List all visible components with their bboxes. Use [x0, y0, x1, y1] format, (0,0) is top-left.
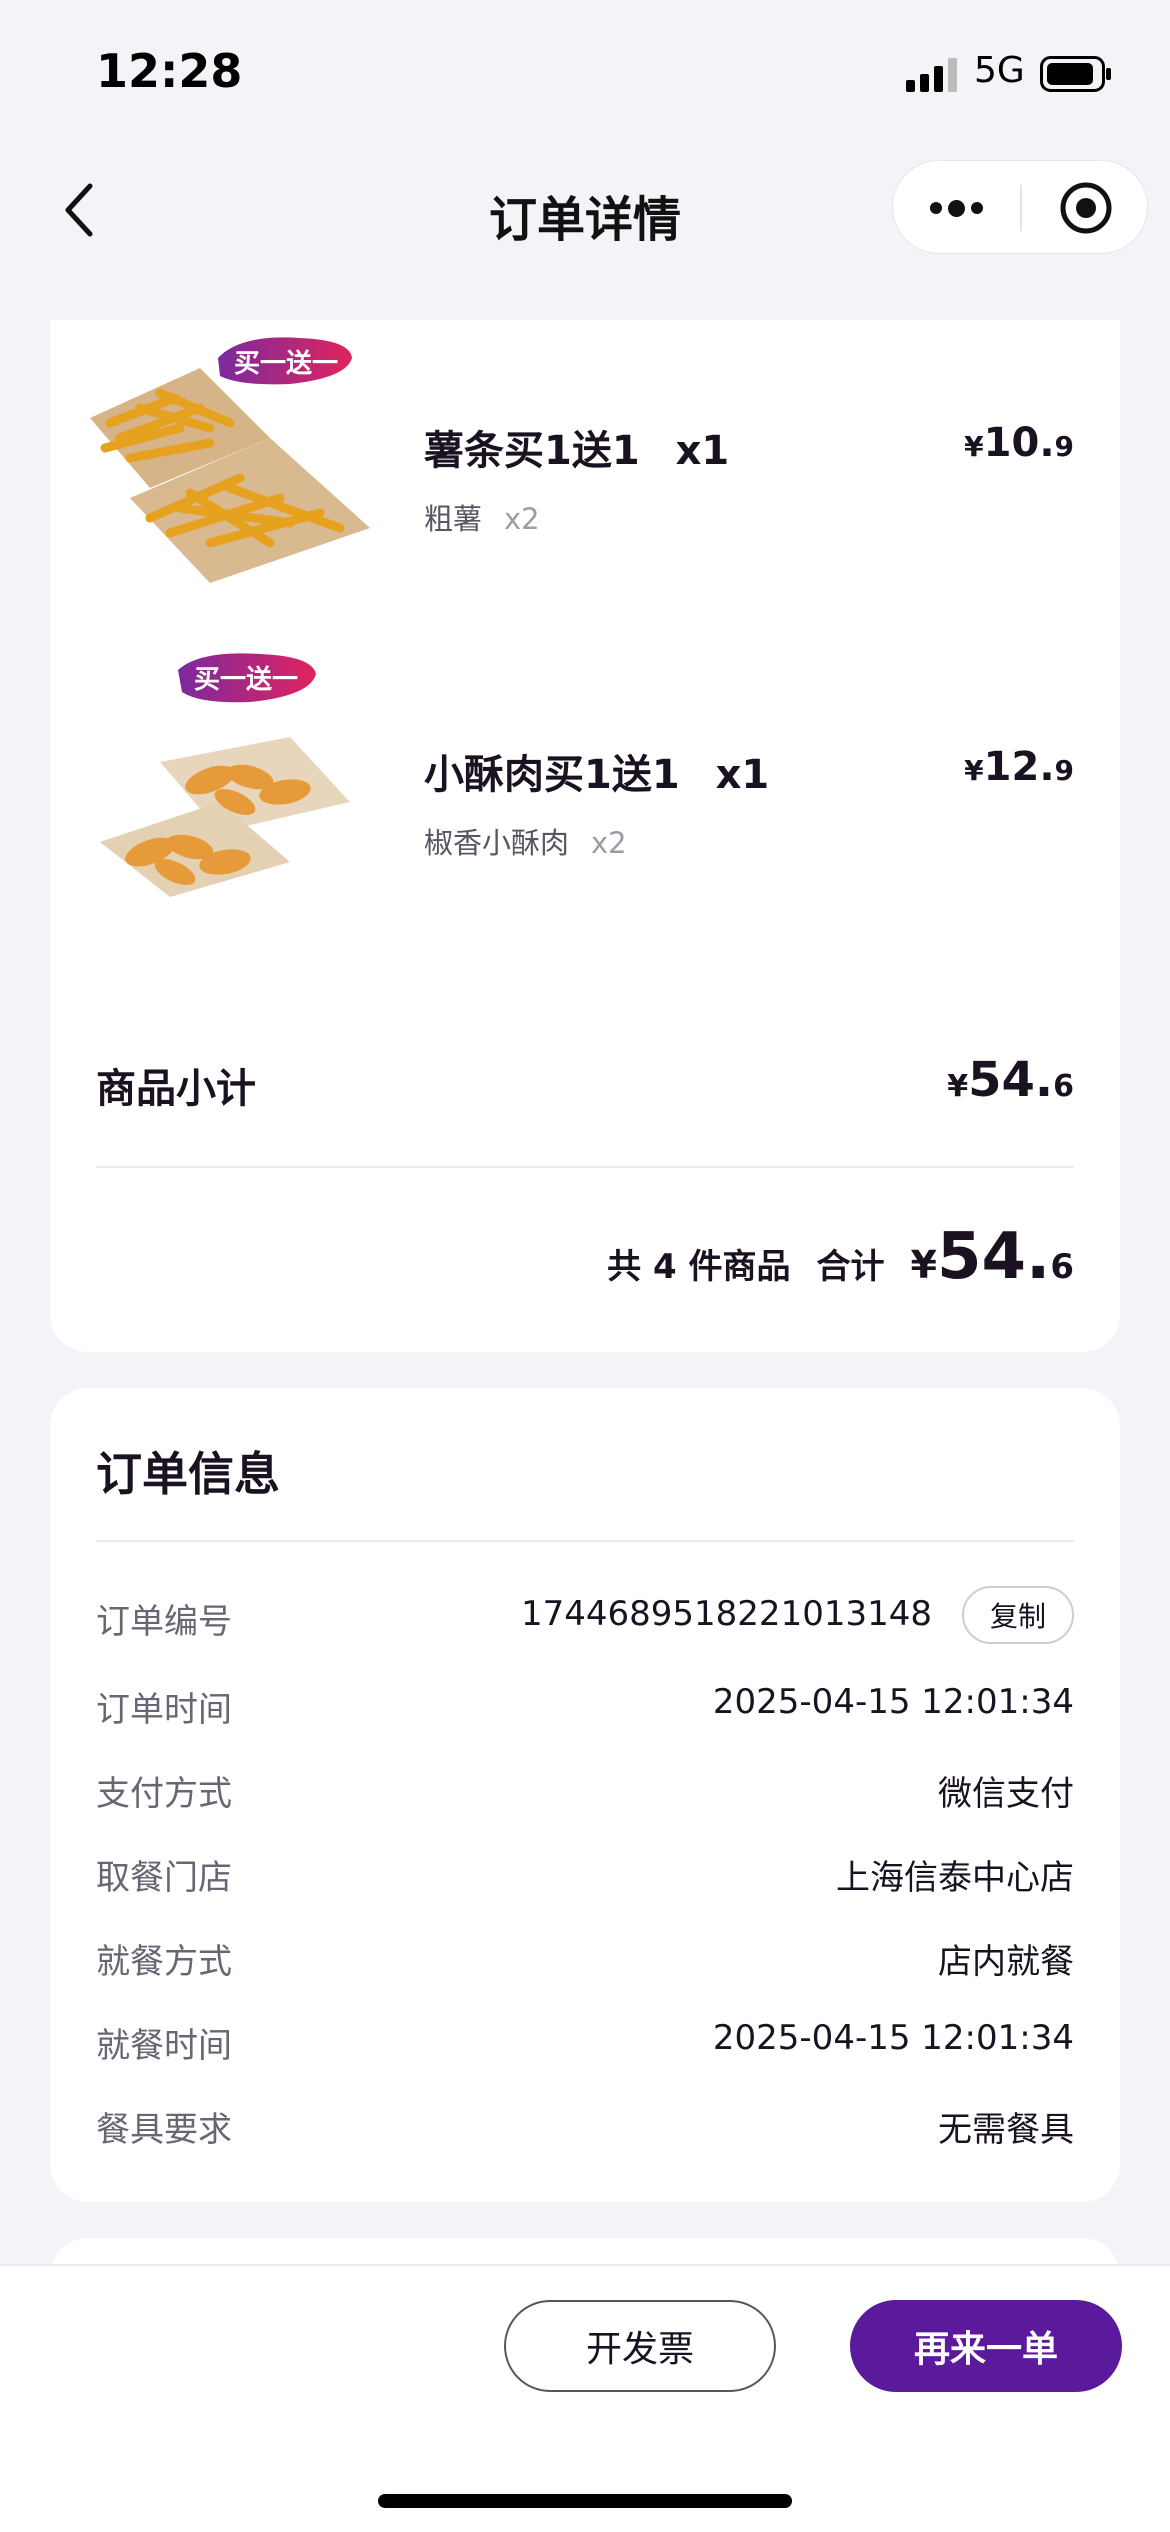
product-sub-item: 粗薯 x2 [424, 496, 540, 538]
info-value: 微信支付 [938, 1774, 1074, 1814]
info-value: 2025-04-15 12:01:34 [712, 2018, 1074, 2058]
promo-badge: 买一送一 [194, 665, 298, 695]
home-indicator [378, 2494, 792, 2508]
product-name: 小酥肉买1送1 x1 [424, 742, 769, 800]
total-currency: ¥ [910, 1243, 937, 1287]
divider [96, 1540, 1074, 1542]
more-dots-icon [930, 199, 983, 217]
order-info-title: 订单信息 [96, 1447, 280, 1501]
info-value: 无需餐具 [938, 2110, 1074, 2150]
subtotal-decimal: 6 [1053, 1069, 1074, 1104]
product-sub-item: 椒香小酥肉 x2 [424, 820, 627, 862]
product-name: 薯条买1送1 x1 [424, 418, 729, 476]
price-integer: 10. [983, 420, 1055, 466]
status-bar: 12:28 5G [0, 0, 1170, 140]
info-label: 取餐门店 [96, 1858, 232, 1898]
info-label: 餐具要求 [96, 2110, 232, 2150]
order-detail-page: 12:28 5G 订单详情 买一送一 薯条买1送1 x1 粗薯 x2 ¥10.9… [0, 0, 1170, 2532]
total-row: 共 4 件商品 合计 ¥54.6 [607, 1220, 1074, 1294]
dining-mode-row: 就餐方式 店内就餐 [96, 1926, 1074, 1986]
bottom-action-bar: 开发票 再来一单 [0, 2264, 1170, 2532]
product-price: ¥10.9 [964, 420, 1074, 466]
product-price: ¥12.9 [964, 744, 1074, 790]
product-name-text: 小酥肉买1送1 [424, 752, 680, 798]
payment-method-row: 支付方式 微信支付 [96, 1758, 1074, 1818]
product-name-text: 薯条买1送1 [424, 428, 640, 474]
pickup-store-row: 取餐门店 上海信泰中心店 [96, 1842, 1074, 1902]
price-decimal: 9 [1054, 754, 1074, 787]
info-value: 2025-04-15 12:01:34 [712, 1682, 1074, 1722]
product-item[interactable]: 买一送一 小酥肉买1送1 x1 椒香小酥肉 x2 ¥12.9 [50, 652, 1120, 952]
sub-item-qty: x2 [591, 826, 627, 860]
item-count: 共 4 件商品 [607, 1247, 791, 1287]
more-button[interactable] [893, 161, 1020, 255]
fries-image: 买一送一 [90, 337, 370, 583]
navigation-bar: 订单详情 [0, 140, 1170, 280]
info-value: 上海信泰中心店 [836, 1858, 1074, 1898]
subtotal-currency: ¥ [947, 1069, 969, 1104]
sub-item-name: 椒香小酥肉 [424, 826, 570, 860]
invoice-button[interactable]: 开发票 [504, 2300, 776, 2392]
total-label: 合计 [816, 1247, 885, 1287]
product-item[interactable]: 买一送一 薯条买1送1 x1 粗薯 x2 ¥10.9 [50, 328, 1120, 628]
divider [96, 1166, 1074, 1168]
promo-badge: 买一送一 [234, 349, 338, 379]
tableware-row: 餐具要求 无需餐具 [96, 2094, 1074, 2154]
price-decimal: 9 [1054, 430, 1074, 463]
copy-button[interactable]: 复制 [962, 1586, 1074, 1644]
info-label: 就餐时间 [96, 2026, 232, 2066]
product-qty: x1 [715, 752, 770, 798]
order-time-row: 订单时间 2025-04-15 12:01:34 [96, 1674, 1074, 1734]
info-value: 店内就餐 [938, 1942, 1074, 1982]
total-value: ¥54.6 [911, 1220, 1075, 1294]
sub-item-name: 粗薯 [424, 502, 483, 536]
price-currency: ¥ [964, 430, 984, 463]
info-label: 支付方式 [96, 1774, 232, 1814]
info-label: 就餐方式 [96, 1942, 232, 1982]
order-info-card: 订单信息 订单编号 1744689518221013148 复制 订单时间 20… [50, 1388, 1120, 2202]
info-label: 订单时间 [96, 1690, 232, 1730]
crispy-pork-image: 买一送一 [100, 653, 350, 897]
sub-item-qty: x2 [504, 502, 540, 536]
subtotal-integer: 54. [968, 1052, 1054, 1108]
status-time: 12:28 [96, 44, 243, 98]
price-integer: 12. [983, 744, 1055, 790]
battery-icon [1040, 56, 1111, 92]
total-integer: 54. [936, 1220, 1051, 1294]
info-label: 订单编号 [96, 1602, 232, 1642]
subtotal-value: ¥54.6 [947, 1052, 1074, 1108]
products-card: 买一送一 薯条买1送1 x1 粗薯 x2 ¥10.9 买一送一 小酥肉买1送1 … [50, 320, 1120, 1352]
product-qty: x1 [675, 428, 730, 474]
signal-bars-icon [906, 58, 957, 92]
order-number: 1744689518221013148 [520, 1594, 932, 1634]
network-type: 5G [974, 50, 1025, 91]
total-decimal: 6 [1050, 1247, 1074, 1287]
order-number-row: 订单编号 1744689518221013148 复制 [96, 1586, 1074, 1646]
close-mini-program-button[interactable] [1022, 161, 1149, 255]
reorder-button[interactable]: 再来一单 [850, 2300, 1122, 2392]
target-close-icon [1060, 182, 1111, 234]
dining-time-row: 就餐时间 2025-04-15 12:01:34 [96, 2010, 1074, 2070]
price-currency: ¥ [964, 754, 984, 787]
subtotal-label: 商品小计 [96, 1066, 256, 1112]
mini-program-capsule [892, 160, 1148, 254]
